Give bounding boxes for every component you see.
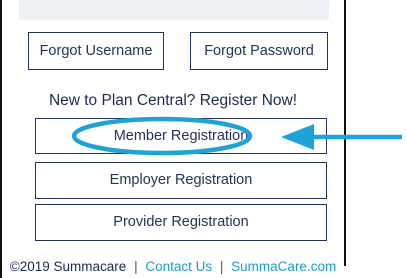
footer: ©2019 Summacare | Contact Us | SummaCare…	[0, 259, 346, 274]
forgot-password-button[interactable]: Forgot Password	[190, 32, 328, 70]
register-heading: New to Plan Central? Register Now!	[48, 92, 298, 109]
panel-right-border	[344, 0, 346, 266]
top-header-band	[19, 0, 329, 20]
member-registration-button[interactable]: Member Registration	[35, 118, 327, 154]
footer-separator: |	[134, 259, 138, 274]
panel-left-border	[0, 0, 2, 278]
footer-separator: |	[219, 259, 224, 274]
summacare-site-link[interactable]: SummaCare.com	[231, 259, 336, 274]
contact-us-link[interactable]: Contact Us	[145, 259, 212, 274]
forgot-username-button[interactable]: Forgot Username	[28, 32, 164, 70]
copyright-text: ©2019 Summacare	[9, 259, 127, 274]
provider-registration-button[interactable]: Provider Registration	[35, 204, 327, 241]
employer-registration-button[interactable]: Employer Registration	[35, 162, 327, 199]
